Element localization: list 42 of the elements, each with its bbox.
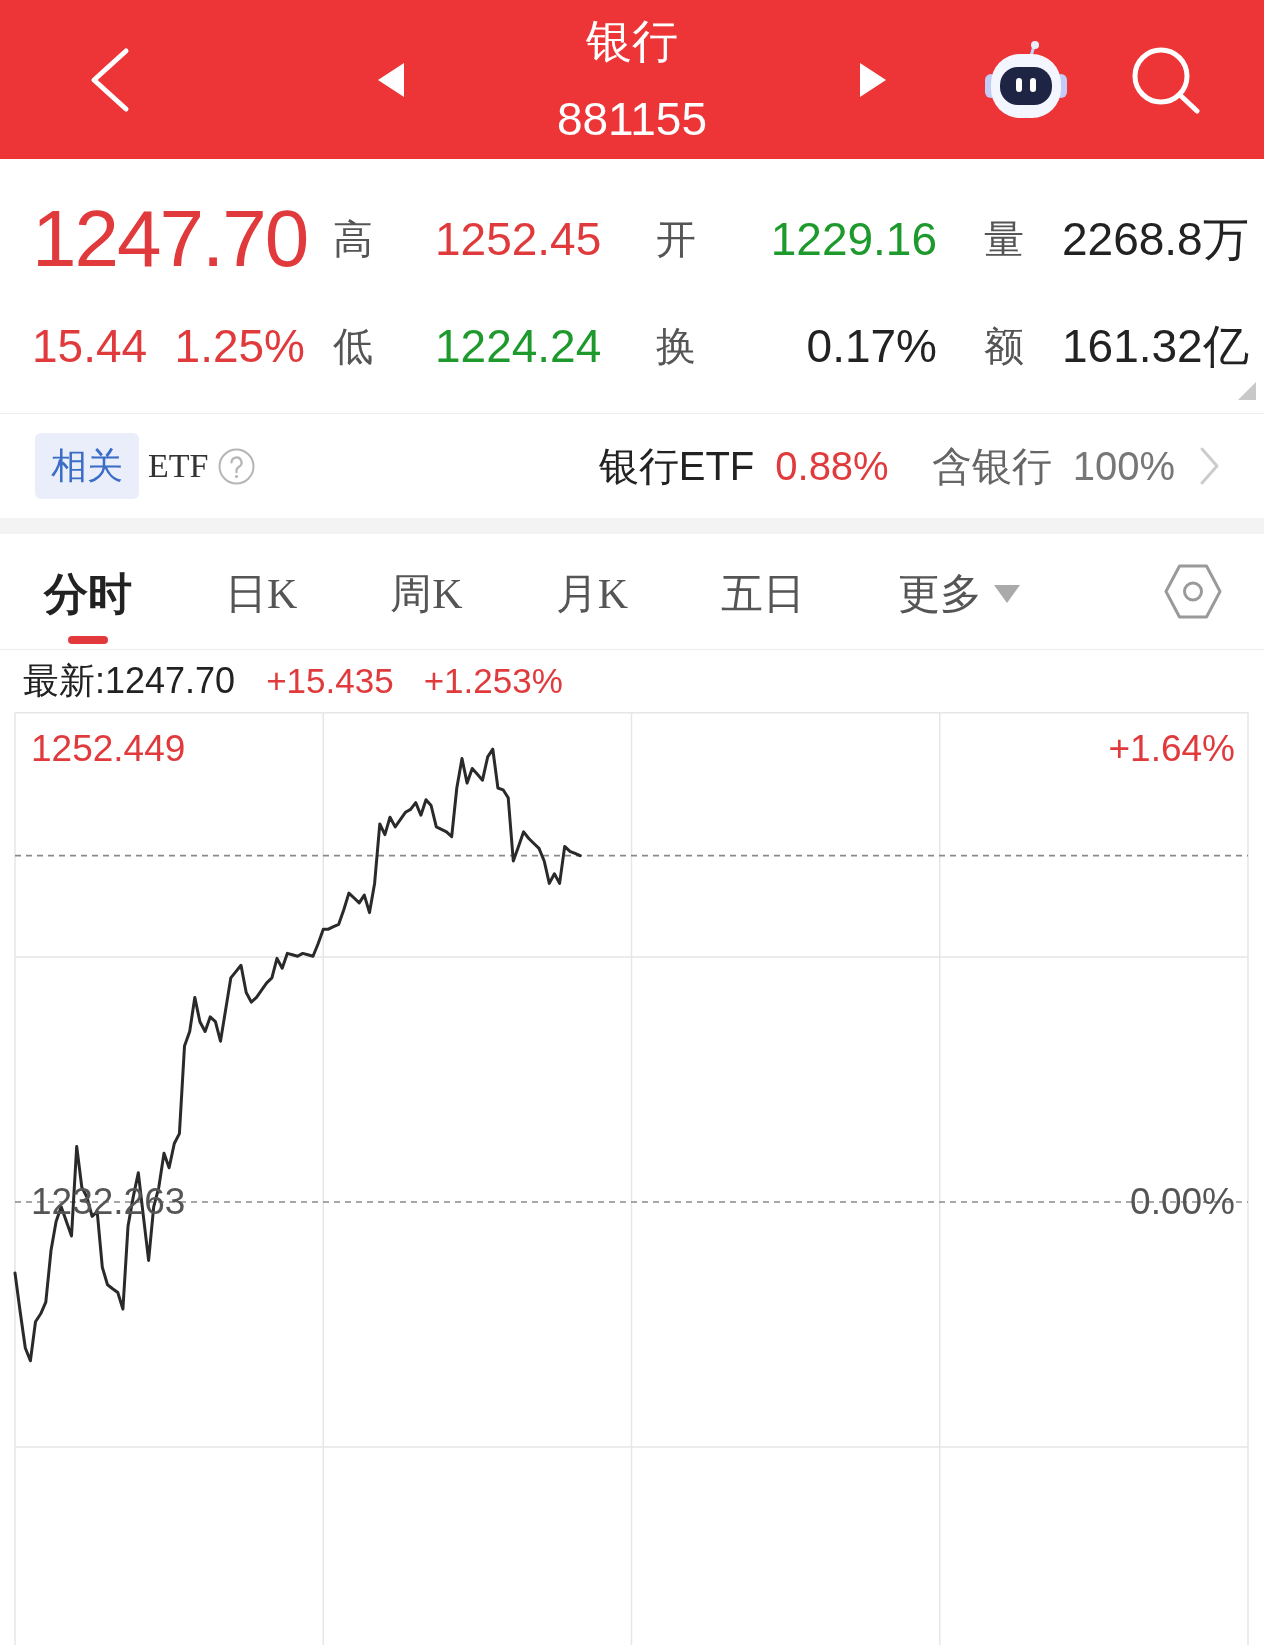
fund-change: 0.88% <box>775 443 889 489</box>
stat-value: 1224.24 <box>435 319 602 373</box>
related-tag: 相关 <box>35 433 139 499</box>
axis-label: 1252.449 <box>31 729 186 769</box>
stat-label: 高 <box>333 215 373 263</box>
right-triangle-icon[interactable] <box>860 62 886 97</box>
chart-tab[interactable]: 日K <box>225 570 298 649</box>
stat-value: 0.17% <box>806 319 937 373</box>
change-value: +15.435 <box>266 660 394 702</box>
fund-name[interactable]: 银行ETF <box>598 443 755 489</box>
holding-value: 100% <box>1072 443 1175 489</box>
change-percent: +1.253% <box>423 660 563 702</box>
search-icon[interactable] <box>1131 45 1201 114</box>
stat-value: 2268.8万 <box>1062 211 1249 266</box>
stat-label: 换 <box>656 323 696 370</box>
chart-tab[interactable]: 月K <box>555 570 629 649</box>
holding-label: 含银行 <box>931 443 1052 489</box>
stat-label: 额 <box>984 323 1024 370</box>
stat-value: 161.32亿 <box>1062 319 1249 373</box>
chevron-left-icon[interactable] <box>89 46 131 113</box>
chart-tab[interactable]: 周K <box>390 570 463 649</box>
stock-code: 881155 <box>556 92 708 145</box>
last-price: 1247.70 <box>32 193 308 284</box>
price-change: 15.44 <box>32 319 148 373</box>
settings-icon[interactable] <box>1164 564 1222 619</box>
axis-label: +1.64% <box>1108 729 1235 769</box>
change-percent: 1.25% <box>174 319 305 373</box>
stat-label: 开 <box>656 215 696 263</box>
left-triangle-icon[interactable] <box>378 62 404 97</box>
stat-label: 低 <box>333 323 373 370</box>
etf-label: ETF <box>148 446 209 486</box>
stat-value: 1252.45 <box>435 211 602 266</box>
caret-icon[interactable] <box>994 585 1021 603</box>
axis-label: 0.00% <box>1130 1182 1235 1222</box>
stock-title: 银行 <box>586 14 678 67</box>
stat-value: 1229.16 <box>770 211 937 266</box>
robot-icon[interactable] <box>984 39 1068 120</box>
chart-tab[interactable]: 分时 <box>44 570 132 649</box>
chart-tab[interactable]: 更多 <box>898 570 1021 649</box>
stat-label: 量 <box>984 215 1024 263</box>
latest-price-label: 最新:1247.70 <box>23 659 236 703</box>
chart-tab[interactable]: 五日 <box>721 570 806 649</box>
